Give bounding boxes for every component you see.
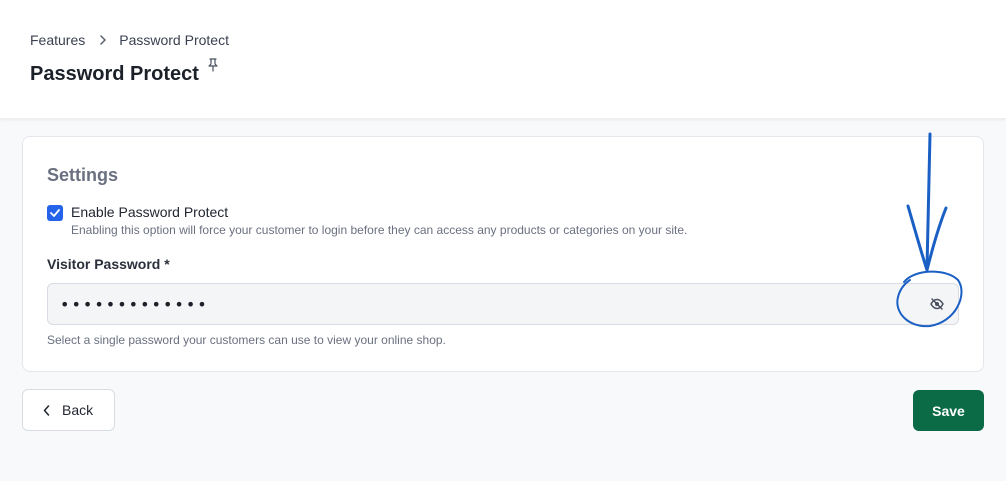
save-button[interactable]: Save [913, 390, 984, 431]
breadcrumb: Features Password Protect [30, 32, 229, 48]
visitor-password-label: Visitor Password * [47, 256, 170, 272]
enable-password-protect-help: Enabling this option will force your cus… [71, 223, 688, 237]
chevron-right-icon [99, 35, 107, 45]
pin-icon[interactable] [207, 58, 219, 72]
back-button[interactable]: Back [22, 389, 115, 431]
back-button-label: Back [62, 402, 94, 418]
breadcrumb-features-link[interactable]: Features [30, 32, 85, 48]
chevron-left-icon [43, 404, 50, 416]
toggle-password-visibility-button[interactable] [915, 284, 959, 324]
save-button-label: Save [932, 402, 965, 419]
page-title-row: Password Protect [30, 58, 219, 88]
enable-password-protect-checkbox[interactable] [47, 205, 63, 221]
settings-title: Settings [47, 165, 119, 185]
settings-card: Settings Enable Password Protect Enablin… [22, 136, 984, 372]
checkmark-icon [50, 209, 60, 217]
page-header: Features Password Protect Password Prote… [0, 0, 1006, 119]
eye-off-icon [930, 298, 944, 310]
breadcrumb-current: Password Protect [119, 32, 229, 48]
page-title: Password Protect [30, 63, 199, 85]
visitor-password-help: Select a single password your customers … [47, 333, 446, 347]
enable-password-protect-label[interactable]: Enable Password Protect [71, 204, 228, 220]
visitor-password-input[interactable] [47, 283, 959, 325]
